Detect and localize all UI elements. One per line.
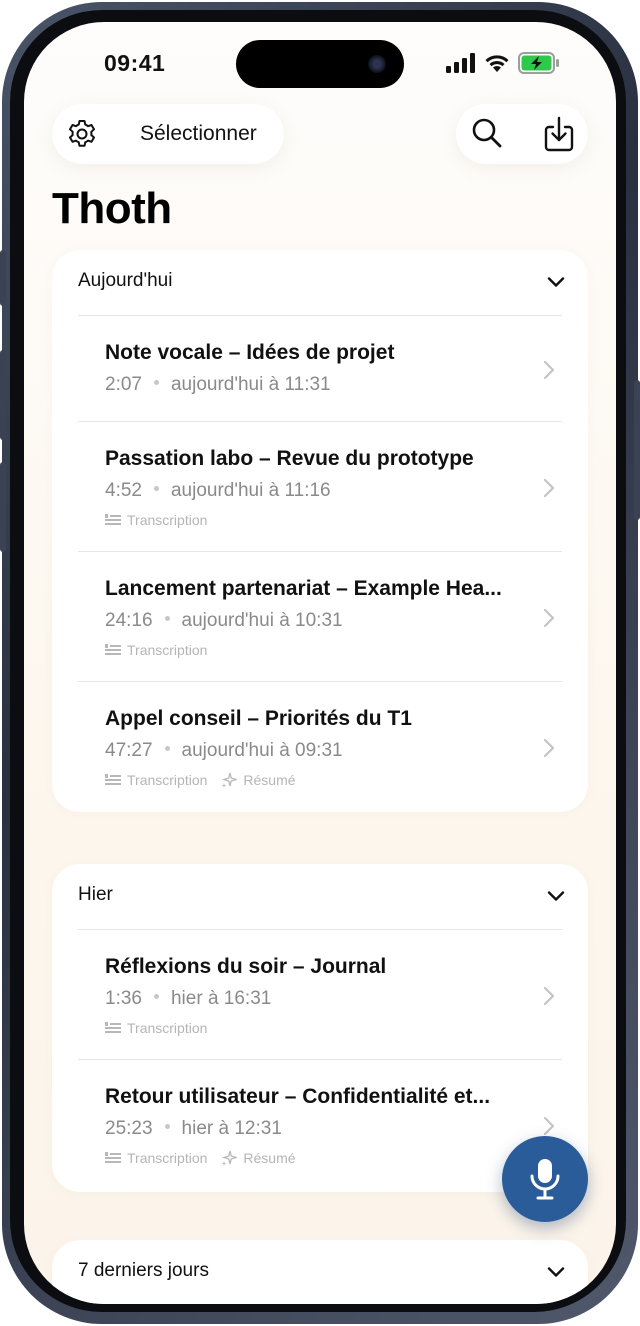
tag-label: Transcription xyxy=(127,1020,208,1036)
section-header-label[interactable]: Aujourd'hui xyxy=(78,270,172,292)
page-title: Thoth xyxy=(52,184,172,233)
recording-title: Passation labo – Revue du prototype xyxy=(105,447,474,470)
section-today: Aujourd'hui Note vocale – Idées de proje… xyxy=(52,250,588,812)
gear-icon[interactable] xyxy=(66,118,98,150)
chevron-right-icon xyxy=(543,360,555,380)
recording-title: Retour utilisateur – Confidentialité et.… xyxy=(105,1085,491,1108)
chevron-right-icon xyxy=(543,738,555,758)
chevron-right-icon xyxy=(543,608,555,628)
tag-label: Transcription xyxy=(127,512,208,528)
recording-date: hier à 12:31 xyxy=(181,1118,282,1139)
camera-icon xyxy=(368,55,386,73)
separator-dot xyxy=(164,616,170,622)
side-button xyxy=(634,380,640,520)
transcript-icon xyxy=(105,514,121,525)
recording-duration: 1:36 xyxy=(105,988,142,1009)
recording-meta: 2:07 aujourd'hui à 11:31 xyxy=(105,374,331,396)
recording-meta: 1:36 hier à 16:31 xyxy=(105,988,271,1010)
microphone-icon xyxy=(530,1159,560,1200)
tag-label: Résumé xyxy=(243,1150,296,1166)
section-last-7-days: 7 derniers jours xyxy=(52,1240,588,1304)
status-bar: 09:41 xyxy=(24,22,616,102)
recording-title: Note vocale – Idées de projet xyxy=(105,341,395,364)
recording-date: aujourd'hui à 11:31 xyxy=(170,374,331,395)
select-button[interactable]: Sélectionner xyxy=(140,122,257,146)
recording-title: Réflexions du soir – Journal xyxy=(105,955,387,978)
recording-meta: 24:16 aujourd'hui à 10:31 xyxy=(105,610,343,632)
recording-row[interactable]: Lancement partenariat – Example Hea... 2… xyxy=(78,551,562,682)
separator-dot xyxy=(153,380,159,386)
sparkle-icon xyxy=(221,1150,238,1166)
recording-row[interactable]: Note vocale – Idées de projet 2:07 aujour… xyxy=(78,315,562,422)
recording-row[interactable]: Retour utilisateur – Confidentialité et.… xyxy=(78,1059,562,1190)
separator-dot xyxy=(164,746,170,752)
tag-label: Transcription xyxy=(127,1150,208,1166)
tag-summary: Résumé xyxy=(221,772,296,788)
recording-duration: 2:07 xyxy=(105,374,142,395)
recording-tags: Transcription xyxy=(105,1020,207,1036)
recording-duration: 47:27 xyxy=(105,740,153,761)
recording-date: aujourd'hui à 09:31 xyxy=(181,740,343,761)
recording-meta: 4:52 aujourd'hui à 11:16 xyxy=(105,480,331,502)
transcript-icon xyxy=(105,644,121,655)
tag-label: Transcription xyxy=(127,642,208,658)
tag-label: Transcription xyxy=(127,772,208,788)
tag-transcription: Transcription xyxy=(105,1020,207,1036)
toolbar-left-group: Sélectionner xyxy=(52,104,284,164)
section-yesterday: Hier Réflexions du soir – Journal 1:36 hi… xyxy=(52,864,588,1192)
tag-transcription: Transcription xyxy=(105,642,207,658)
section-header-label[interactable]: Hier xyxy=(78,884,113,906)
recording-title: Lancement partenariat – Example Hea... xyxy=(105,577,502,600)
separator-dot xyxy=(153,486,159,492)
wifi-icon xyxy=(485,55,509,72)
tag-transcription: Transcription xyxy=(105,512,207,528)
recording-tags: Transcription xyxy=(105,642,207,658)
recording-meta: 25:23 hier à 12:31 xyxy=(105,1118,282,1140)
chevron-down-icon[interactable] xyxy=(546,1262,566,1282)
tag-label: Résumé xyxy=(243,772,296,788)
recording-tags: Transcription Résumé xyxy=(105,772,296,788)
cellular-signal-icon xyxy=(446,53,475,73)
search-icon[interactable] xyxy=(470,116,504,150)
sparkle-icon xyxy=(221,772,238,788)
side-button xyxy=(0,250,6,306)
side-button xyxy=(0,462,6,552)
recording-title: Appel conseil – Priorités du T1 xyxy=(105,707,412,730)
section-header-label[interactable]: 7 derniers jours xyxy=(78,1260,209,1282)
separator-dot xyxy=(164,1124,170,1130)
dynamic-island xyxy=(236,40,404,88)
chevron-right-icon xyxy=(543,1116,555,1136)
chevron-down-icon[interactable] xyxy=(546,886,566,906)
recording-duration: 4:52 xyxy=(105,480,142,501)
recording-row[interactable]: Réflexions du soir – Journal 1:36 hier à … xyxy=(78,929,562,1060)
status-time: 09:41 xyxy=(104,50,166,76)
recording-date: hier à 16:31 xyxy=(170,988,272,1009)
toolbar-right-group xyxy=(456,104,588,164)
battery-charging-icon xyxy=(518,52,559,74)
recording-meta: 47:27 aujourd'hui à 09:31 xyxy=(105,740,343,762)
separator-dot xyxy=(153,994,159,1000)
chevron-right-icon xyxy=(543,478,555,498)
recording-date: aujourd'hui à 11:16 xyxy=(170,480,331,501)
recording-row[interactable]: Passation labo – Revue du prototype 4:52… xyxy=(78,421,562,552)
transcript-icon xyxy=(105,1022,121,1033)
chevron-right-icon xyxy=(543,986,555,1006)
transcript-icon xyxy=(105,1152,121,1163)
tag-summary: Résumé xyxy=(221,1150,296,1166)
recording-duration: 25:23 xyxy=(105,1118,153,1139)
transcript-icon xyxy=(105,774,121,785)
recording-duration: 24:16 xyxy=(105,610,153,631)
recording-date: aujourd'hui à 10:31 xyxy=(181,610,343,631)
download-icon[interactable] xyxy=(542,116,576,152)
side-button xyxy=(0,350,6,440)
record-button[interactable] xyxy=(502,1136,588,1222)
tag-transcription: Transcription xyxy=(105,772,207,788)
recording-row[interactable]: Appel conseil – Priorités du T1 47:27 auj… xyxy=(78,681,562,812)
tag-transcription: Transcription xyxy=(105,1150,207,1166)
recording-tags: Transcription xyxy=(105,512,207,528)
screen: 09:41 Sélectionner Thoth Aujourd'hui Not… xyxy=(24,22,616,1304)
status-icons xyxy=(446,52,560,74)
chevron-down-icon[interactable] xyxy=(546,272,566,292)
recording-tags: Transcription Résumé xyxy=(105,1150,296,1166)
